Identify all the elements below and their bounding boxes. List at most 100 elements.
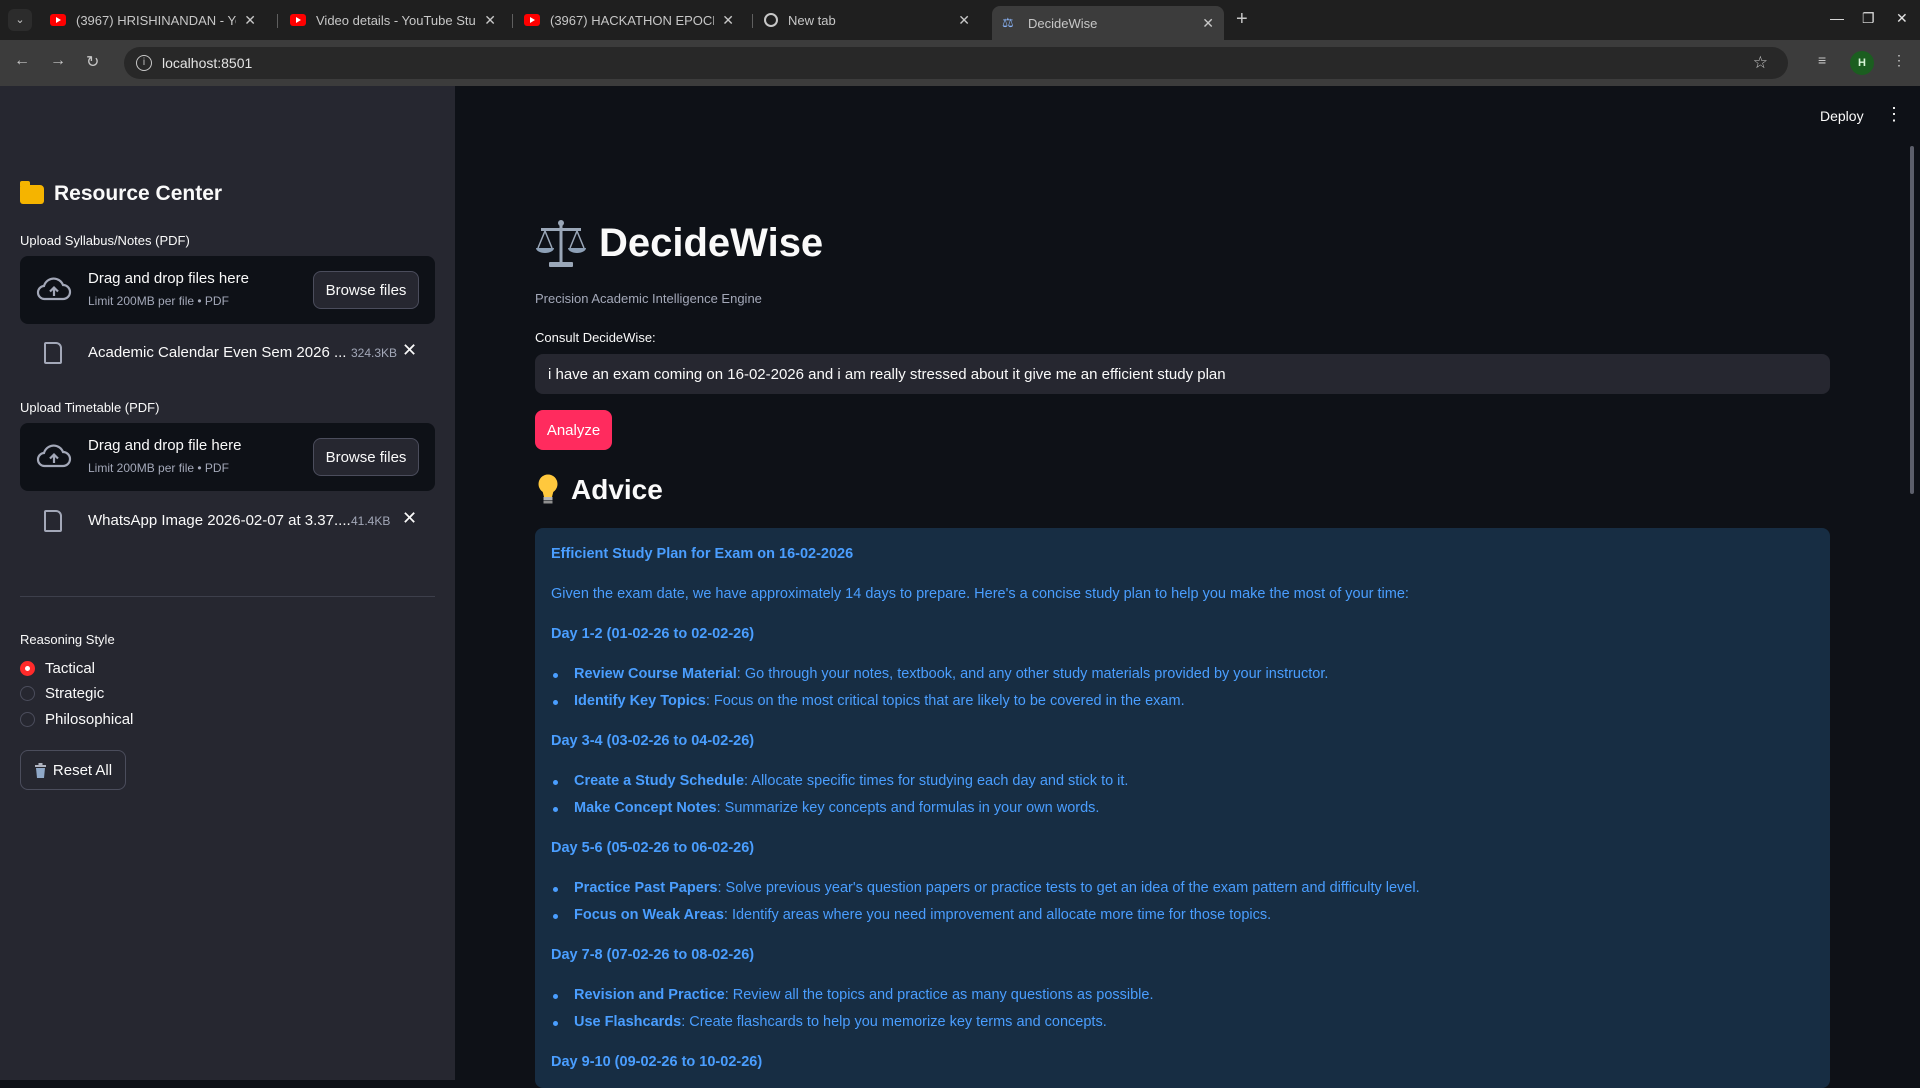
- cloud-upload-icon: [36, 444, 72, 468]
- sidebar-divider: [20, 596, 435, 597]
- restore-icon[interactable]: ❐: [1862, 10, 1875, 27]
- item-bold: Create a Study Schedule: [574, 773, 745, 789]
- back-arrow-icon[interactable]: ←: [14, 52, 30, 70]
- tab-title: (3967) HACKATHON EPOCH: [550, 12, 715, 28]
- deploy-button[interactable]: Deploy: [1820, 108, 1864, 124]
- browser-menu-icon[interactable]: ⋮: [1892, 52, 1906, 69]
- browse-files-button[interactable]: Browse files: [313, 438, 419, 476]
- advice-day-title: Day 3-4 (03-02-26 to 04-02-26): [551, 733, 755, 749]
- timetable-dropzone[interactable]: Drag and drop file here Limit 200MB per …: [20, 423, 435, 491]
- browse-files-button[interactable]: Browse files: [313, 271, 419, 309]
- reasoning-style-label: Reasoning Style: [20, 632, 115, 647]
- reset-all-button[interactable]: Reset All: [20, 750, 126, 790]
- cloud-upload-icon: [36, 277, 72, 301]
- item-text: : Focus on the most critical topics that…: [705, 693, 1185, 709]
- forward-arrow-icon[interactable]: →: [50, 52, 66, 70]
- reload-icon[interactable]: ↻: [86, 52, 99, 72]
- browser-toolbar: ← → ↻ i localhost:8501 ☆ ≡ H ⋮: [0, 40, 1920, 86]
- timetable-upload-label: Upload Timetable (PDF): [20, 400, 160, 415]
- tab-title: (3967) HRISHINANDAN - You: [76, 12, 237, 28]
- advice-list-item: Make Concept Notes: Summarize key concep…: [551, 800, 1099, 816]
- scrollbar[interactable]: [1910, 146, 1914, 494]
- item-bold: Focus on Weak Areas: [574, 907, 724, 923]
- dropzone-main-text: Drag and drop file here: [88, 437, 242, 454]
- file-size: 41.4KB: [351, 514, 391, 528]
- app-menu-icon[interactable]: ⋮: [1885, 104, 1903, 125]
- bookmark-star-icon[interactable]: ☆: [1753, 53, 1768, 73]
- advice-list-item: Focus on Weak Areas: Identify areas wher…: [551, 907, 1271, 923]
- close-icon[interactable]: ✕: [958, 12, 970, 29]
- dropzone-sub-text: Limit 200MB per file • PDF: [88, 461, 229, 475]
- advice-day-title: Day 1-2 (01-02-26 to 02-02-26): [551, 626, 755, 642]
- youtube-icon: [290, 14, 306, 26]
- remove-file-icon[interactable]: ✕: [402, 340, 417, 361]
- tab-new-tab[interactable]: New tab ✕: [754, 6, 980, 34]
- app-subtitle: Precision Academic Intelligence Engine: [535, 291, 762, 306]
- youtube-icon: [50, 14, 66, 26]
- radio-label: Tactical: [45, 660, 96, 677]
- radio-label: Philosophical: [45, 711, 134, 728]
- tab-youtube-2[interactable]: Video details - YouTube Stud ✕: [280, 6, 506, 34]
- media-queue-icon[interactable]: ≡: [1818, 52, 1826, 68]
- tab-youtube-3[interactable]: (3967) HACKATHON EPOCH ✕: [514, 6, 744, 34]
- advice-list-item: Create a Study Schedule: Allocate specif…: [551, 773, 1128, 789]
- radio-tactical[interactable]: Tactical: [20, 660, 95, 677]
- youtube-icon: [524, 14, 540, 26]
- scale-icon: [536, 220, 586, 267]
- close-icon[interactable]: ✕: [244, 12, 256, 29]
- advice-plan-heading: Efficient Study Plan for Exam on 16-02-2…: [551, 546, 854, 562]
- close-icon[interactable]: ✕: [722, 12, 734, 29]
- advice-day-title: Day 9-10 (09-02-26 to 10-02-26): [551, 1054, 763, 1070]
- item-bold: Make Concept Notes: [574, 800, 717, 816]
- file-icon: [44, 510, 62, 532]
- item-bold: Use Flashcards: [574, 1014, 682, 1030]
- address-bar[interactable]: i localhost:8501 ☆: [124, 47, 1788, 79]
- scale-icon: ⚖: [1002, 15, 1014, 30]
- item-bold: Identify Key Topics: [574, 693, 706, 709]
- radio-selected-icon[interactable]: [20, 661, 35, 676]
- uploaded-file-row: WhatsApp Image 2026-02-07 at 3.37.... 41…: [20, 502, 435, 542]
- tab-search-chevron-icon[interactable]: ⌄: [8, 9, 32, 31]
- advice-list-item: Identify Key Topics: Focus on the most c…: [551, 693, 1185, 709]
- uploaded-file-row: Academic Calendar Even Sem 2026 ... 324.…: [20, 334, 435, 374]
- minimize-icon[interactable]: —: [1830, 10, 1844, 26]
- profile-avatar[interactable]: H: [1850, 51, 1874, 75]
- radio-label: Strategic: [45, 685, 105, 702]
- advice-box: Efficient Study Plan for Exam on 16-02-2…: [535, 528, 1830, 1088]
- remove-file-icon[interactable]: ✕: [402, 508, 417, 529]
- item-text: : Identify areas where you need improvem…: [723, 907, 1272, 923]
- advice-heading-text: Advice: [571, 474, 663, 505]
- advice-day-title: Day 5-6 (05-02-26 to 06-02-26): [551, 840, 755, 856]
- close-icon[interactable]: ✕: [484, 12, 496, 29]
- radio-unselected-icon[interactable]: [20, 686, 35, 701]
- syllabus-dropzone[interactable]: Drag and drop files here Limit 200MB per…: [20, 256, 435, 324]
- file-name: WhatsApp Image 2026-02-07 at 3.37....: [88, 512, 351, 529]
- item-text: : Review all the topics and practice as …: [724, 987, 1154, 1003]
- new-tab-plus-icon[interactable]: +: [1236, 8, 1248, 31]
- sidebar-title: Resource Center: [20, 180, 223, 206]
- advice-intro: Given the exam date, we have approximate…: [551, 586, 1409, 602]
- tab-decidewise[interactable]: ⚖ DecideWise ✕: [992, 6, 1224, 40]
- tab-youtube-1[interactable]: (3967) HRISHINANDAN - You ✕: [40, 6, 266, 34]
- advice-heading: Advice: [537, 474, 663, 506]
- sidebar-title-text: Resource Center: [54, 182, 223, 205]
- radio-unselected-icon[interactable]: [20, 712, 35, 727]
- close-icon[interactable]: ✕: [1202, 15, 1214, 32]
- analyze-button[interactable]: Analyze: [535, 410, 612, 450]
- tab-title: DecideWise: [1028, 15, 1098, 31]
- chrome-icon: [764, 13, 778, 27]
- sidebar: Resource Center Upload Syllabus/Notes (P…: [0, 86, 455, 1080]
- lightbulb-icon: [538, 474, 558, 504]
- file-name: Academic Calendar Even Sem 2026 ...: [88, 344, 347, 361]
- tab-title: Video details - YouTube Stud: [316, 12, 477, 28]
- radio-strategic[interactable]: Strategic: [20, 685, 104, 702]
- site-info-icon[interactable]: i: [136, 55, 152, 71]
- item-text: : Summarize key concepts and formulas in…: [716, 800, 1100, 816]
- consult-input[interactable]: [535, 354, 1830, 394]
- radio-philosophical[interactable]: Philosophical: [20, 711, 133, 728]
- advice-list-item: Revision and Practice: Review all the to…: [551, 987, 1153, 1003]
- item-bold: Revision and Practice: [574, 987, 725, 1003]
- syllabus-upload-label: Upload Syllabus/Notes (PDF): [20, 233, 190, 248]
- advice-list-item: Review Course Material: Go through your …: [551, 666, 1328, 682]
- window-close-icon[interactable]: ✕: [1896, 10, 1908, 27]
